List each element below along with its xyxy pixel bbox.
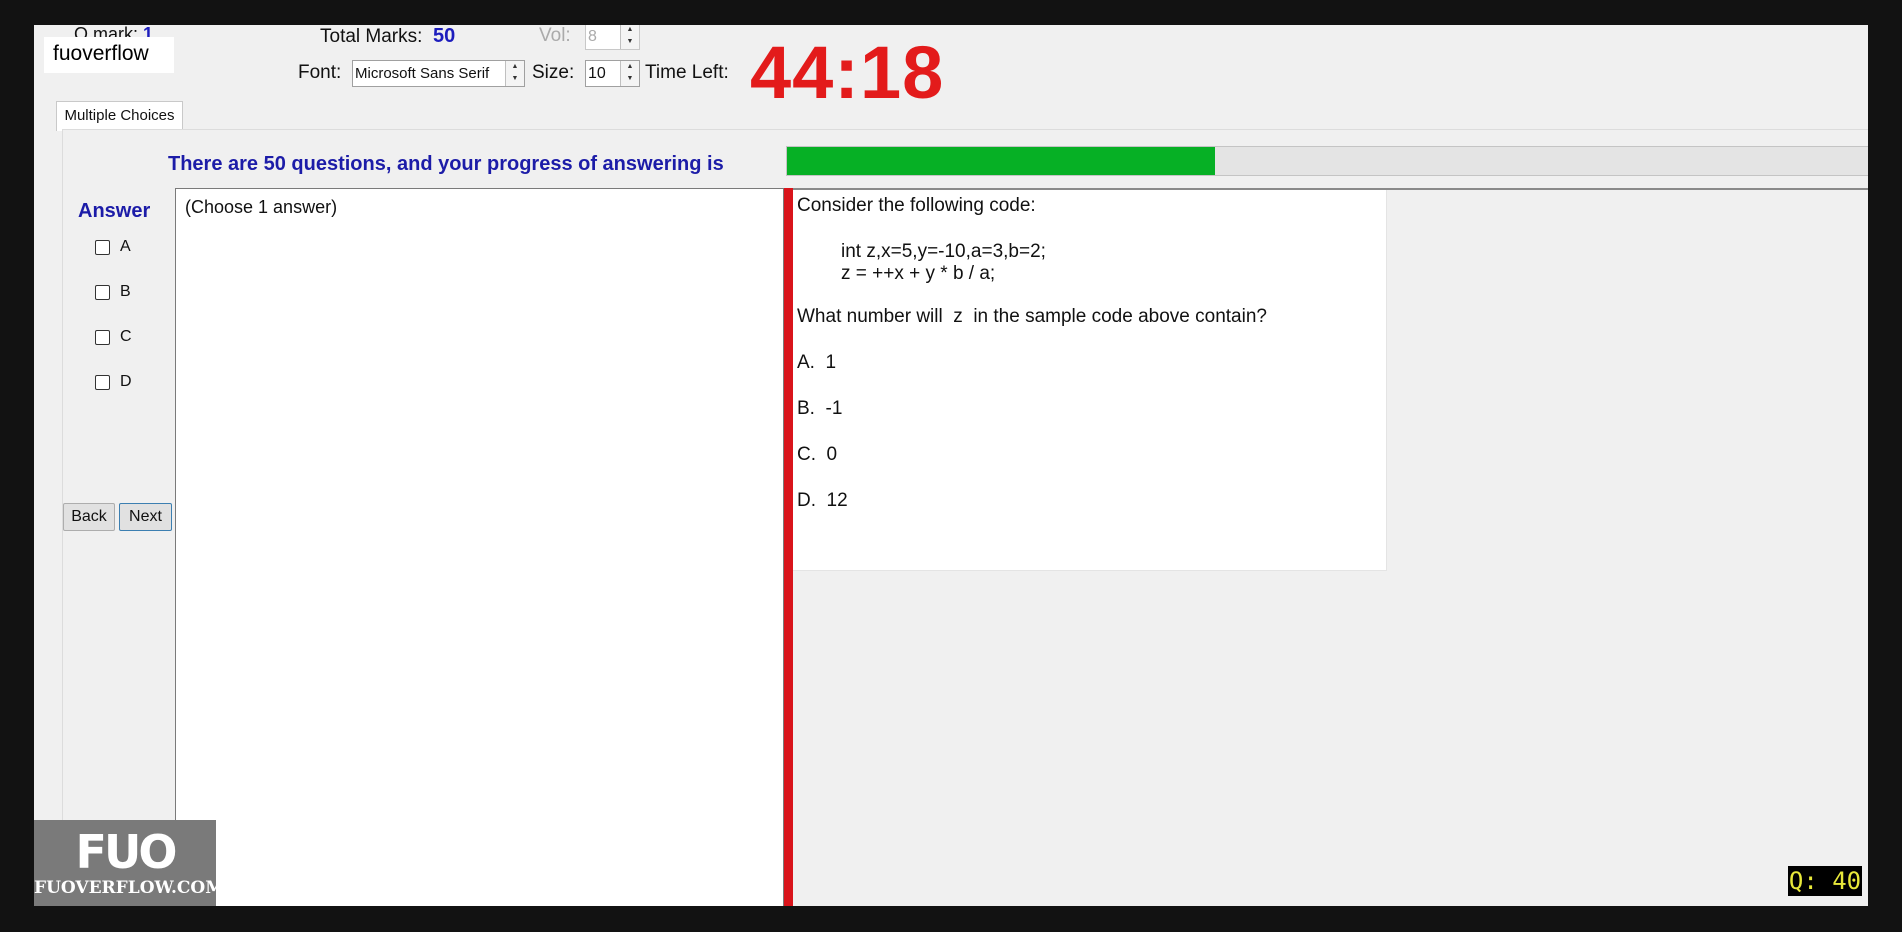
tab-multiple-choices[interactable]: Multiple Choices [56,101,183,131]
font-value: Microsoft Sans Serif [355,65,490,82]
up-arrow-icon[interactable]: ▲ [621,25,639,36]
option-a[interactable]: A [95,238,155,260]
font-spinner-buttons[interactable]: ▲ ▼ [505,61,524,86]
fuo-site: FUOVERFLOW.COM [34,878,225,898]
progress-text: There are 50 questions, and your progres… [168,153,724,175]
option-b[interactable]: B [95,283,155,305]
vol-label: Vol: [539,25,571,46]
vol-value: 8 [588,28,597,45]
choice-d: D. 12 [797,490,848,511]
fuo-logo: FUO [75,825,178,879]
vol-spinner-buttons[interactable]: ▲ ▼ [620,25,639,49]
progress-bar [786,146,1868,176]
total-marks-label: Total Marks: [320,26,423,47]
font-select[interactable]: Microsoft Sans Serif ▲ ▼ [352,60,525,87]
question-intro: Consider the following code: [797,195,1036,216]
option-c-label: C [120,328,132,345]
brand-label: fuoverflow [44,37,174,73]
answer-text-area[interactable]: (Choose 1 answer) [175,188,784,906]
down-arrow-icon[interactable]: ▼ [506,73,524,85]
exam-window: FUO FUOVERFLOW.COM FUO FUOVERFLOW.COM FU… [34,25,1868,906]
up-arrow-icon[interactable]: ▲ [621,61,639,73]
option-a-label: A [120,238,131,255]
font-label: Font: [298,62,342,83]
choose-hint: (Choose 1 answer) [185,197,338,217]
answer-label: Answer [78,200,151,222]
option-d[interactable]: D [95,373,155,395]
down-arrow-icon[interactable]: ▼ [621,73,639,85]
next-button[interactable]: Next [119,503,172,531]
question-prompt: What number will z in the sample code ab… [797,306,1267,327]
code-line-1: int z,x=5,y=-10,a=3,b=2; [841,241,1046,262]
splitter-divider[interactable] [784,188,793,906]
fuo-logo-badge: FUO FUOVERFLOW.COM [34,820,225,906]
size-spinner-buttons[interactable]: ▲ ▼ [620,61,639,86]
option-c[interactable]: C [95,328,155,350]
down-arrow-icon[interactable]: ▼ [621,36,639,48]
progress-fill [787,147,1216,175]
option-d-label: D [120,373,132,390]
size-value: 10 [588,65,606,82]
time-left-label: Time Left: [645,62,729,83]
checkbox-d[interactable] [95,375,110,390]
back-button[interactable]: Back [63,503,115,531]
code-line-2: z = ++x + y * b / a; [841,263,996,284]
choice-b: B. -1 [797,398,843,419]
choice-a: A. 1 [797,352,837,373]
question-counter: Q: 40 [1788,866,1862,896]
size-label: Size: [532,62,575,83]
countdown-timer: 44:18 [750,31,945,114]
choice-c: C. 0 [797,444,838,465]
vol-spinner[interactable]: 8 ▲ ▼ [585,25,640,50]
size-spinner[interactable]: 10 ▲ ▼ [585,60,640,87]
checkbox-a[interactable] [95,240,110,255]
option-b-label: B [120,283,131,300]
up-arrow-icon[interactable]: ▲ [506,61,524,73]
checkbox-c[interactable] [95,330,110,345]
total-marks: Total Marks: 50 [320,25,455,48]
question-panel: Consider the following code: int z,x=5,y… [793,190,1387,571]
checkbox-b[interactable] [95,285,110,300]
total-marks-value: 50 [432,25,456,47]
